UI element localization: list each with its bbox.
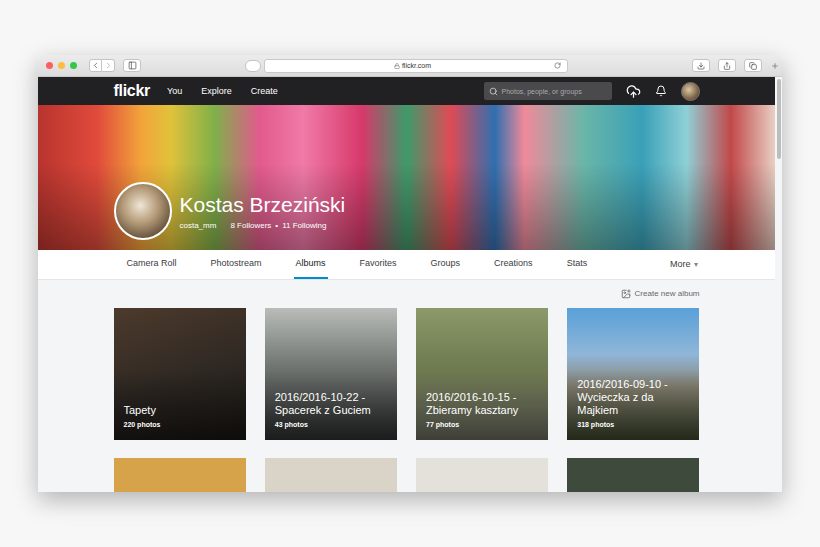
album-card[interactable]	[114, 458, 246, 492]
profile-stats: costa_mm 8 Followers • 11 Following	[180, 221, 346, 231]
user-avatar[interactable]	[681, 82, 700, 101]
tabs-button[interactable]	[744, 59, 762, 72]
album-card[interactable]: 2016/2016-09-10 - Wycieczka z da Majkiem…	[567, 308, 699, 440]
album-title: Tapety	[124, 404, 236, 417]
nav-link[interactable]: Explore	[201, 86, 232, 97]
album-count: 318 photos	[577, 420, 689, 429]
flickr-navbar: flickr You Explore Create Photos, people, or…	[38, 77, 775, 105]
profile-tab[interactable]: Favorites	[358, 250, 399, 279]
download-icon	[697, 62, 705, 70]
album-caption: Tapety 220 photos	[114, 404, 246, 440]
tabs-icon	[749, 62, 757, 70]
album-title: 2016/2016-10-15 - Zbieramy kasztany	[426, 391, 538, 417]
navbar-inner: flickr You Explore Create Photos, people, or…	[114, 77, 700, 105]
desktop: flickr.com flickr You Explore Create Photos, …	[0, 0, 820, 547]
follow-counts: 8 Followers • 11 Following	[230, 221, 326, 231]
profile-tab[interactable]: Camera Roll	[125, 250, 179, 279]
window-controls	[46, 62, 77, 69]
back-icon	[91, 61, 100, 70]
album-grid: Tapety 220 photos 2016/2016-10-22 - Spacer…	[114, 308, 700, 492]
album-count: 77 photos	[426, 420, 538, 429]
downloads-button[interactable]	[692, 59, 710, 72]
search-box[interactable]: Photos, people, or groups	[484, 82, 612, 100]
album-caption: 2016/2016-10-22 - Spacerek z Guciem 43 ph…	[265, 391, 397, 440]
profile-username: costa_mm	[180, 221, 217, 231]
search-icon	[489, 87, 498, 96]
sidebar-button[interactable]	[123, 59, 141, 72]
profile-tab[interactable]: Stats	[565, 250, 590, 279]
profile-name: Kostas Brzeziński	[180, 192, 346, 217]
album-card[interactable]: 2016/2016-10-22 - Spacerek z Guciem 43 ph…	[265, 308, 397, 440]
nav-links: You Explore Create	[167, 86, 278, 97]
nav-link[interactable]: Create	[251, 86, 278, 97]
forward-icon	[104, 61, 113, 70]
album-caption: 2016/2016-09-10 - Wycieczka z da Majkiem…	[567, 378, 699, 440]
upload-icon[interactable]	[626, 84, 641, 99]
profile-info: Kostas Brzeziński costa_mm 8 Followers • 11 …	[180, 192, 346, 231]
forward-button[interactable]	[102, 59, 115, 72]
back-button[interactable]	[89, 59, 102, 72]
profile-tab[interactable]: Photostream	[209, 250, 264, 279]
history-buttons	[89, 59, 115, 72]
minimize-button[interactable]	[58, 62, 65, 69]
followers[interactable]: 8 Followers	[230, 221, 271, 231]
lock-icon	[394, 63, 400, 69]
album-caption: 2016/2016-10-15 - Zbieramy kasztany 77 ph…	[416, 391, 548, 440]
plus-icon	[771, 62, 779, 70]
browser-window: flickr.com flickr You Explore Create Photos, …	[38, 55, 782, 492]
profile-tab[interactable]: Creations	[492, 250, 535, 279]
flickr-logo[interactable]: flickr	[114, 82, 150, 100]
zoom-button[interactable]	[70, 62, 77, 69]
more-menu[interactable]: More▾	[670, 250, 700, 279]
album-count: 43 photos	[275, 420, 387, 429]
album-title: 2016/2016-09-10 - Wycieczka z da Majkiem	[577, 378, 689, 417]
cover-shade: Kostas Brzeziński costa_mm 8 Followers • 11 …	[38, 105, 775, 250]
profile-tabs: Camera Roll Photostream Albums Favorites Gro…	[38, 250, 775, 280]
album-card[interactable]: Tapety 220 photos	[114, 308, 246, 440]
tab-list: Camera Roll Photostream Albums Favorites Gro…	[125, 250, 590, 279]
url: flickr.com	[402, 61, 431, 70]
albums-toolbar: Create new album	[114, 280, 700, 299]
more-label: More	[670, 259, 691, 270]
album-card[interactable]	[265, 458, 397, 492]
tabs-inner: Camera Roll Photostream Albums Favorites Gro…	[114, 250, 700, 279]
page: flickr You Explore Create Photos, people, or…	[38, 77, 775, 492]
more-caret: ▾	[694, 259, 698, 270]
create-album-button[interactable]: Create new album	[621, 289, 700, 299]
browser-toolbar: flickr.com	[38, 55, 782, 77]
separator: •	[275, 221, 278, 231]
create-album-label: Create new album	[635, 289, 700, 299]
profile-avatar[interactable]	[114, 182, 172, 240]
create-album-icon	[621, 289, 631, 299]
new-tab-button[interactable]	[770, 58, 780, 74]
following[interactable]: 11 Following	[282, 221, 326, 231]
nav-link[interactable]: You	[167, 86, 182, 97]
album-count: 220 photos	[124, 420, 236, 429]
cover-photo: Kostas Brzeziński costa_mm 8 Followers • 11 …	[38, 105, 775, 250]
album-card[interactable]	[567, 458, 699, 492]
scrollbar[interactable]	[775, 77, 782, 492]
share-button[interactable]	[718, 59, 736, 72]
reader-button[interactable]	[245, 60, 261, 72]
toolbar-right	[692, 58, 780, 74]
albums-section: Create new album Tapety 220 photos 2016/201…	[114, 280, 700, 492]
profile-header: Kostas Brzeziński costa_mm 8 Followers • 11 …	[114, 105, 700, 250]
address-text: flickr.com	[271, 61, 554, 70]
close-button[interactable]	[46, 62, 53, 69]
album-card[interactable]: 2016/2016-10-15 - Zbieramy kasztany 77 ph…	[416, 308, 548, 440]
profile-tab[interactable]: Albums	[294, 250, 328, 279]
album-title: 2016/2016-10-22 - Spacerek z Guciem	[275, 391, 387, 417]
notifications-icon[interactable]	[655, 85, 667, 97]
page-viewport: flickr You Explore Create Photos, people, or…	[38, 77, 782, 492]
profile-tab[interactable]: Groups	[429, 250, 463, 279]
reload-icon[interactable]	[554, 62, 561, 69]
share-icon	[723, 62, 731, 70]
sidebar-icon	[128, 61, 137, 70]
album-card[interactable]	[416, 458, 548, 492]
search-placeholder: Photos, people, or groups	[502, 87, 582, 96]
scrollbar-thumb[interactable]	[777, 79, 781, 159]
address-bar[interactable]: flickr.com	[264, 59, 568, 73]
